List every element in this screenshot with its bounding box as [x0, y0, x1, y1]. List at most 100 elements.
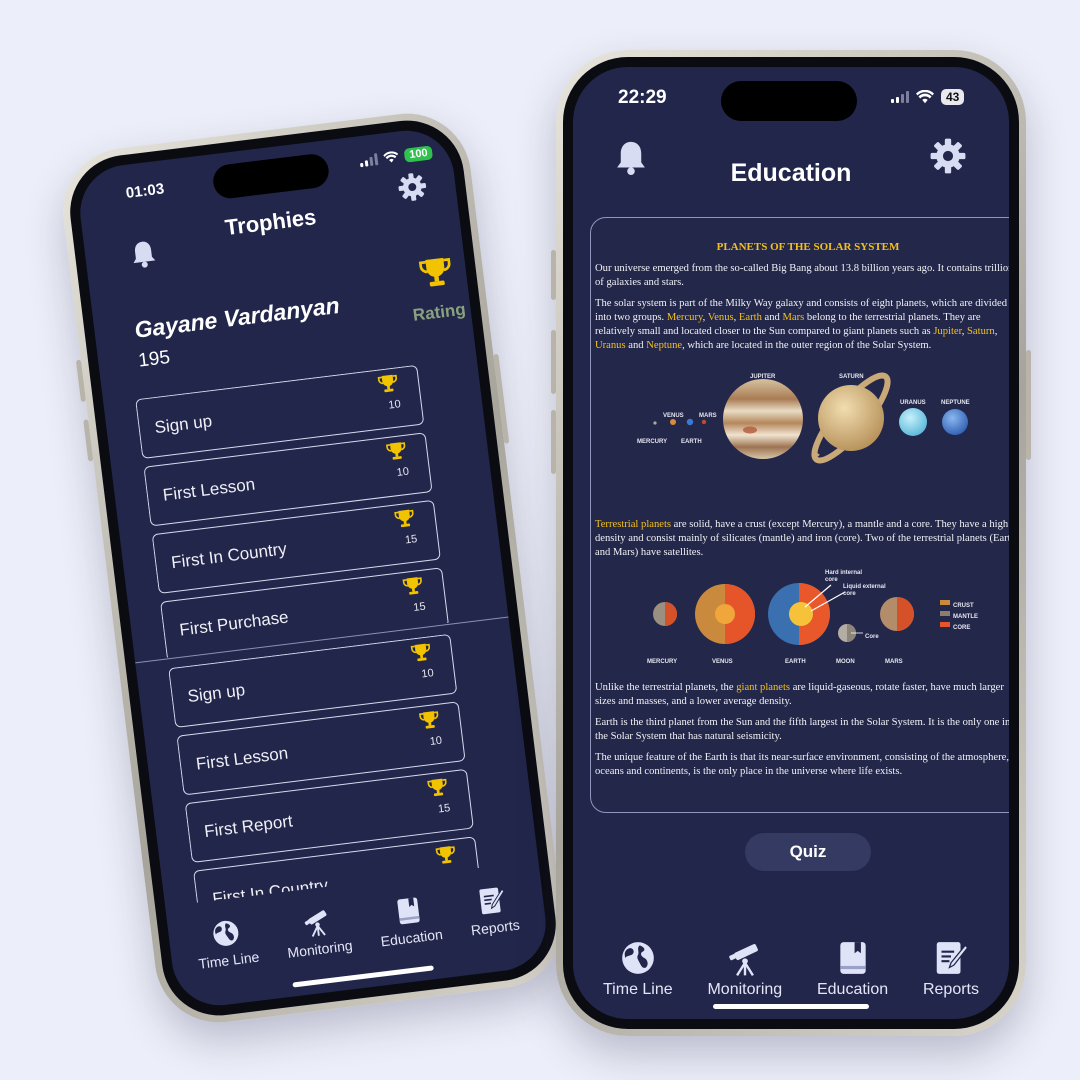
trophy-name: First In Country: [170, 539, 288, 573]
legend-label: CORE: [953, 625, 971, 631]
trophy-points: 15: [404, 533, 418, 547]
status-icons: 43: [891, 89, 965, 105]
tab-education[interactable]: Education: [817, 939, 888, 999]
book-icon: [397, 897, 420, 925]
education-screen: 22:29 43 Education PLANETS OF THE SOLAR …: [573, 67, 1009, 1019]
trophy-icon: [385, 442, 406, 460]
planet-label: URANUS: [900, 400, 926, 406]
link-jupiter[interactable]: Jupiter: [933, 326, 961, 337]
tab-label: Time Line: [197, 948, 261, 972]
planet-label: MERCURY: [647, 659, 678, 665]
planet-label: MOON: [836, 659, 855, 665]
trophy-name: Sign up: [153, 411, 214, 438]
trophy-name: First Purchase: [178, 607, 290, 640]
trophy-name: First Report: [203, 811, 294, 842]
globe-icon: [213, 920, 239, 946]
side-button: [551, 330, 556, 394]
status-time: 01:03: [124, 180, 166, 202]
dynamic-island: [721, 81, 857, 121]
diagram-label: Core: [865, 634, 879, 640]
trophy-icon: [435, 846, 455, 864]
planet-label: VENUS: [712, 659, 733, 665]
tab-time-line[interactable]: Time Line: [603, 939, 673, 999]
gear-icon[interactable]: [396, 170, 429, 203]
diagram-label: Hard internal core: [825, 570, 863, 583]
planet-label: SATURN: [839, 374, 864, 380]
trophy-list-top[interactable]: Sign up 10 First Lesson 10 First In Coun…: [135, 364, 457, 658]
tab-monitoring[interactable]: Monitoring: [707, 939, 782, 999]
globe-icon: [621, 942, 654, 974]
tab-time-line[interactable]: Time Line: [194, 915, 265, 1008]
planet-label: MARS: [699, 413, 717, 419]
tab-label: Time Line: [603, 981, 673, 998]
trophy-icon: [410, 643, 431, 662]
diagram-label: Liquid external core: [843, 584, 886, 597]
status-time: 22:29: [618, 87, 667, 108]
article-paragraph: Earth is the third planet from the Sun a…: [595, 717, 1009, 742]
tab-label: Monitoring: [286, 937, 354, 961]
side-button: [551, 410, 556, 474]
tab-reports[interactable]: Reports: [466, 883, 525, 974]
trophy-icon: [377, 374, 397, 393]
phone-trophies: 01:03 100 Trophies Gayane Vardanyan 195 …: [55, 106, 571, 1030]
user-name: Gayane Vardanyan: [133, 291, 341, 343]
trophy-icon: [394, 509, 414, 528]
gear-icon[interactable]: [929, 137, 967, 175]
home-indicator[interactable]: [713, 1004, 869, 1009]
planet-label: VENUS: [663, 413, 684, 419]
trophy-points: 10: [420, 667, 435, 681]
link-venus[interactable]: Venus: [708, 312, 734, 323]
trophy-icon: [427, 778, 447, 797]
link-mercury[interactable]: Mercury: [667, 312, 703, 323]
tab-reports[interactable]: Reports: [923, 939, 979, 999]
trophy-icon: [418, 711, 439, 729]
side-button: [551, 250, 556, 300]
link-terrestrial-planets[interactable]: Terrestrial planets: [595, 519, 671, 530]
telescope-icon: [729, 944, 758, 977]
planets-figure: MERCURY VENUS EARTH MARS JUPITER SATURN …: [595, 360, 1009, 514]
link-earth[interactable]: Earth: [739, 312, 762, 323]
trophy-icon: [402, 577, 422, 595]
link-giant-planets[interactable]: giant planets: [736, 682, 790, 693]
planet-label: MARS: [885, 659, 903, 665]
signal-icon: [891, 91, 909, 103]
article-paragraph: Our universe emerged from the so-called …: [595, 263, 1009, 288]
battery-indicator: 100: [403, 145, 434, 163]
planet-label: EARTH: [785, 659, 806, 665]
trophy-points: 10: [429, 734, 443, 749]
trophy-icon: [418, 257, 451, 287]
tab-label: Education: [379, 925, 444, 950]
telescope-icon: [304, 910, 326, 937]
status-icons: 100: [359, 145, 434, 168]
user-score: 195: [137, 346, 172, 372]
wifi-icon: [916, 90, 934, 104]
link-saturn[interactable]: Saturn: [967, 326, 995, 337]
article-paragraph: Unlike the terrestrial planets, the gian…: [595, 682, 1004, 707]
quiz-button[interactable]: Quiz: [745, 833, 871, 871]
planet-label: EARTH: [681, 439, 702, 445]
link-neptune[interactable]: Neptune: [646, 340, 682, 351]
trophy-name: First Lesson: [161, 474, 257, 505]
report-icon: [936, 942, 969, 974]
planet-label: MERCURY: [637, 439, 668, 445]
signal-icon: [359, 153, 379, 168]
tab-label: Education: [816, 981, 889, 998]
trophy-name: Sign up: [186, 680, 247, 707]
planet-structure-figure: MERCURY VENUS EARTH MOON MARS Hard inter…: [595, 567, 1009, 675]
tab-label: Reports: [469, 916, 521, 939]
wifi-icon: [383, 151, 399, 163]
trophy-name: First Lesson: [194, 743, 290, 774]
tab-label: Monitoring: [707, 981, 783, 998]
trophy-list-bottom[interactable]: Sign up 10 First Lesson 10 First Report …: [168, 633, 487, 903]
battery-indicator: 43: [941, 89, 965, 105]
article-card[interactable]: PLANETS OF THE SOLAR SYSTEM Our universe…: [590, 217, 1009, 813]
article-paragraph: The unique feature of the Earth is that …: [595, 752, 1009, 777]
link-mars[interactable]: Mars: [782, 312, 804, 323]
rating-label[interactable]: Rating: [412, 300, 467, 326]
phone-education: 22:29 43 Education PLANETS OF THE SOLAR …: [551, 50, 1031, 1036]
trophy-points: 10: [387, 398, 402, 412]
trophy-points: 15: [437, 802, 452, 816]
tab-label: Reports: [922, 981, 979, 998]
dynamic-island: [211, 152, 331, 201]
link-uranus[interactable]: Uranus: [595, 340, 626, 351]
